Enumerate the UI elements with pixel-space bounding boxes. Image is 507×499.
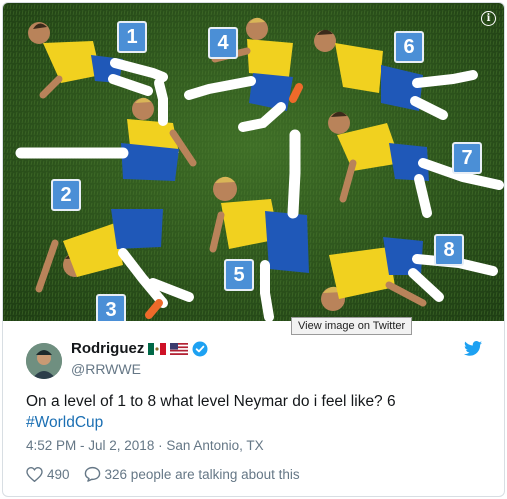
level-badge-7: 7 [452, 142, 482, 174]
talking-count[interactable]: 326 people are talking about this [105, 467, 300, 482]
level-badge-1: 1 [117, 21, 147, 53]
usa-flag-icon [170, 342, 189, 355]
level-badge-4: 4 [208, 27, 238, 59]
heart-icon[interactable] [26, 466, 43, 482]
tweet-actions: 490 326 people are talking about this [26, 466, 300, 482]
speech-bubble-icon[interactable] [84, 466, 101, 482]
level-badge-6: 6 [394, 31, 424, 63]
info-icon[interactable]: i [481, 11, 496, 26]
tweet-body: Rodriguez @RRWWE On a level of 1 to 8 wh… [3, 321, 504, 496]
tweet-photo[interactable]: 1 2 3 4 5 6 7 8 i [3, 3, 504, 321]
verified-icon [192, 341, 208, 356]
level-badge-5: 5 [224, 259, 254, 291]
twitter-bird-icon[interactable] [464, 341, 482, 356]
author-row: Rodriguez [71, 340, 208, 357]
level-badge-2: 2 [51, 179, 81, 211]
hashtag-link[interactable]: #WorldCup [26, 414, 103, 431]
tweet-text: On a level of 1 to 8 what level Neymar d… [26, 391, 481, 433]
tweet-timestamp[interactable]: 4:52 PM - Jul 2, 2018 · San Antonio, TX [26, 438, 264, 453]
level-badge-3: 3 [96, 294, 126, 321]
tweet-embed-card: 1 2 3 4 5 6 7 8 i View image on Twitter … [2, 2, 505, 497]
mexico-flag-icon [148, 342, 167, 355]
like-count[interactable]: 490 [47, 467, 70, 482]
view-image-tooltip: View image on Twitter [291, 317, 413, 335]
display-name[interactable]: Rodriguez [71, 340, 144, 357]
level-badge-8: 8 [434, 234, 464, 266]
tweet-message: On a level of 1 to 8 what level Neymar d… [26, 393, 396, 410]
user-handle[interactable]: @RRWWE [71, 361, 141, 377]
avatar[interactable] [26, 343, 62, 379]
